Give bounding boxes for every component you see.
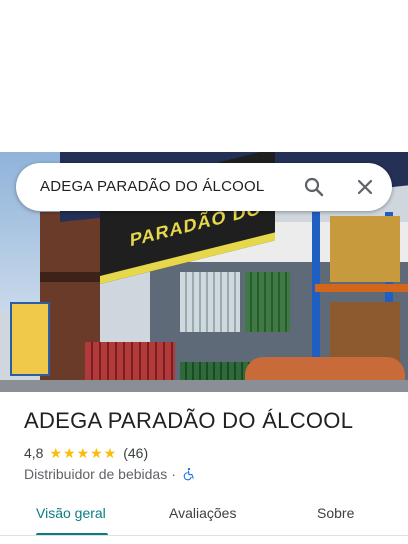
wheelchair-icon: [183, 467, 194, 481]
rating-value: 4,8: [24, 445, 44, 461]
category-row: Distribuidor de bebidas ·: [24, 465, 196, 483]
search-input[interactable]: ADEGA PARADÃO DO ÁLCOOL: [40, 178, 264, 195]
tabs-divider: [0, 535, 408, 536]
tab-about[interactable]: Sobre: [317, 505, 354, 521]
tab-reviews[interactable]: Avaliações: [169, 505, 236, 521]
close-icon[interactable]: [353, 175, 377, 199]
tab-overview[interactable]: Visão geral: [36, 505, 106, 521]
review-count[interactable]: (46): [123, 445, 148, 461]
photo-rack-shelf: [315, 284, 408, 292]
rating-row[interactable]: 4,8 ★★★★★ (46): [24, 444, 148, 462]
photo-floor: [0, 380, 408, 392]
photo-green-bottles: [245, 272, 290, 332]
place-tabs: Visão geral Avaliações Sobre: [0, 496, 408, 536]
photo-boxes: [330, 216, 400, 282]
place-category: Distribuidor de bebidas: [24, 466, 168, 482]
photo-poster: [10, 302, 50, 376]
separator-dot: ·: [171, 466, 176, 482]
search-bar[interactable]: ADEGA PARADÃO DO ÁLCOOL: [16, 163, 392, 211]
star-rating-icon: ★★★★★: [49, 444, 118, 461]
photo-water-bottles: [180, 272, 240, 332]
search-icon[interactable]: [302, 175, 326, 199]
photo-building-stripe: [40, 272, 100, 282]
place-title: ADEGA PARADÃO DO ÁLCOOL: [24, 408, 354, 433]
map-area-blank: [0, 0, 408, 152]
